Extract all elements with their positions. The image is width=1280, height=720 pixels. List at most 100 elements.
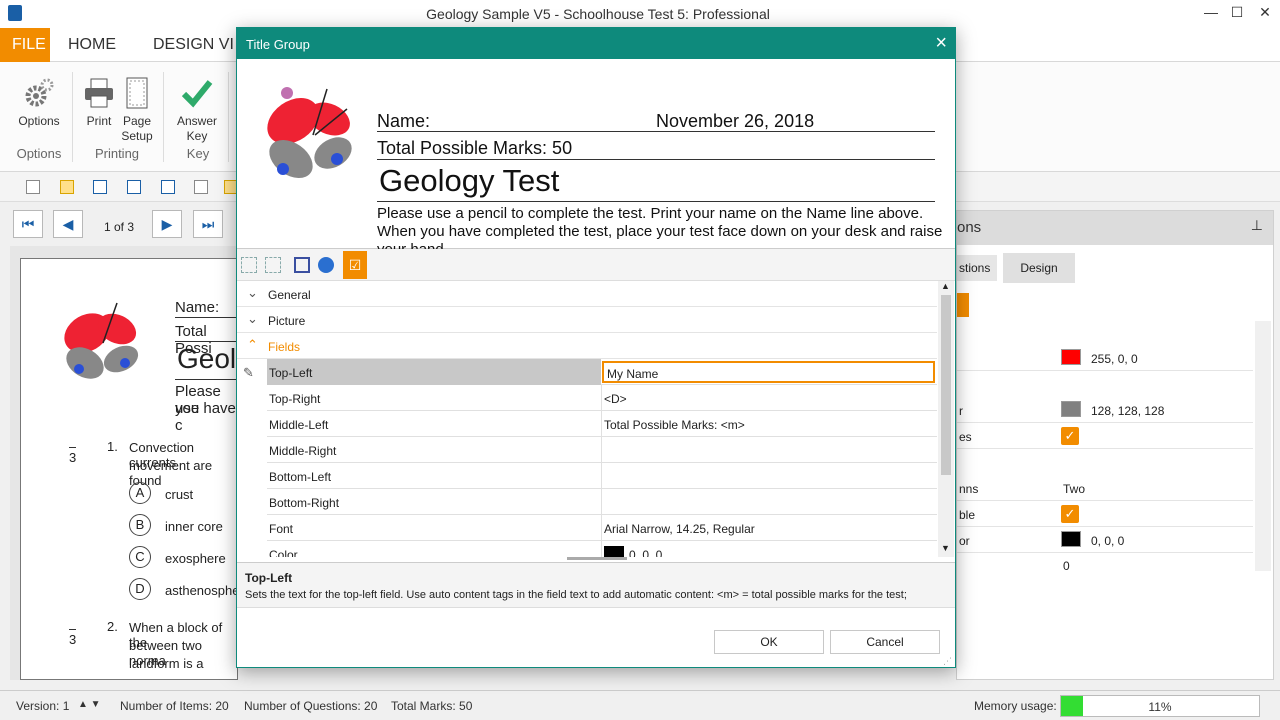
- description-title: Top-Left: [245, 571, 293, 585]
- alphabetical-view-icon[interactable]: [265, 257, 281, 273]
- panel-value[interactable]: Two: [1063, 482, 1085, 496]
- tab-home[interactable]: HOME: [56, 28, 128, 62]
- ok-button[interactable]: OK: [714, 630, 824, 654]
- property-row-middle-left[interactable]: Middle-Left Total Possible Marks: <m>: [267, 411, 937, 437]
- preview-date-field: November 26, 2018: [656, 111, 815, 131]
- panel-row: or 0, 0, 0: [957, 527, 1253, 553]
- open-folder-icon[interactable]: [60, 180, 74, 194]
- property-row-top-right[interactable]: Top-Right <D>: [267, 385, 937, 411]
- color-swatch-red[interactable]: [1061, 349, 1081, 365]
- page-setup-button[interactable]: Page Setup: [118, 76, 156, 144]
- new-file-icon[interactable]: [26, 180, 40, 194]
- scroll-thumb[interactable]: [941, 295, 951, 475]
- save-icon[interactable]: [294, 257, 310, 273]
- next-page-icon[interactable]: ▶: [152, 210, 182, 238]
- scroll-down-icon[interactable]: ▼: [941, 543, 950, 553]
- choice-b-circle[interactable]: B: [129, 514, 151, 536]
- property-grid: ⌄ General ⌄ Picture ⌃ Fields ✎ Top-Left …: [237, 281, 955, 557]
- version-up-down-icon[interactable]: ▲ ▼: [78, 699, 101, 710]
- status-version: Version: 1: [16, 699, 70, 713]
- panel-scrollbar[interactable]: [1255, 321, 1271, 571]
- ribbon-separator: [163, 72, 164, 162]
- doc-instructions-2: you have c: [175, 400, 236, 434]
- save-as-icon[interactable]: [127, 180, 141, 194]
- save-icon[interactable]: [93, 180, 107, 194]
- property-row-bottom-right[interactable]: Bottom-Right: [267, 489, 937, 515]
- maximize-icon[interactable]: ☐: [1222, 4, 1252, 24]
- category-fields[interactable]: ⌃ Fields: [237, 333, 937, 359]
- splitter-handle[interactable]: [567, 557, 627, 560]
- choice-a-circle[interactable]: A: [129, 482, 151, 504]
- panel-value[interactable]: 128, 128, 128: [1091, 404, 1164, 418]
- download-icon[interactable]: [318, 257, 334, 273]
- group-label-options: Options: [16, 146, 62, 161]
- property-row-font[interactable]: Font Arial Narrow, 14.25, Regular: [267, 515, 937, 541]
- status-items: Number of Items: 20: [120, 699, 229, 713]
- choice-c-text: exosphere: [165, 551, 226, 566]
- panel-value[interactable]: 255, 0, 0: [1091, 352, 1138, 366]
- tab-design-view[interactable]: DESIGN VI: [141, 28, 246, 62]
- memory-usage-bar: 11%: [1060, 695, 1260, 717]
- preview-rule: [377, 131, 935, 132]
- document-area: Name: Total Possi Geol Please use you ha…: [10, 246, 238, 680]
- panel-toolbar-icon[interactable]: [957, 293, 969, 317]
- group-label-key: Key: [186, 146, 210, 161]
- scroll-up-icon[interactable]: ▲: [941, 281, 950, 291]
- panel-value[interactable]: 0, 0, 0: [1091, 534, 1124, 548]
- butterfly-image: [257, 79, 369, 195]
- panel-row: 0: [957, 553, 1253, 579]
- pin-icon[interactable]: ⊥: [1251, 217, 1263, 234]
- property-value[interactable]: <D>: [604, 392, 627, 406]
- property-row-middle-right[interactable]: Middle-Right: [267, 437, 937, 463]
- grid-scrollbar[interactable]: ▲ ▼: [938, 281, 954, 557]
- gear-icon: [22, 76, 56, 110]
- choice-d-circle[interactable]: D: [129, 578, 151, 600]
- property-row-bottom-left[interactable]: Bottom-Left: [267, 463, 937, 489]
- close-window-icon[interactable]: ✕: [1250, 4, 1280, 24]
- print-button[interactable]: Print: [78, 76, 120, 129]
- doc-line: [175, 379, 237, 380]
- color-swatch-black[interactable]: [1061, 531, 1081, 547]
- color-swatch-black[interactable]: [604, 546, 624, 557]
- status-questions: Number of Questions: 20: [244, 699, 378, 713]
- panel-header: ons ⊥: [957, 211, 1273, 245]
- page-setup-icon: [120, 76, 154, 110]
- checkbox-checked[interactable]: ✓: [1061, 427, 1079, 445]
- q2-text-3: landform is a: [129, 656, 204, 671]
- status-marks: Total Marks: 50: [391, 699, 473, 713]
- color-swatch-gray[interactable]: [1061, 401, 1081, 417]
- panel-value[interactable]: 0: [1063, 559, 1070, 573]
- category-picture[interactable]: ⌄ Picture: [237, 307, 937, 333]
- top-left-field-input[interactable]: My Name: [602, 361, 935, 383]
- first-page-icon[interactable]: ⏮: [13, 210, 43, 238]
- save-all-icon[interactable]: [161, 180, 175, 194]
- categorized-view-icon[interactable]: [241, 257, 257, 273]
- answer-key-button[interactable]: Answer Key: [174, 76, 220, 144]
- close-icon[interactable]: ×: [935, 32, 947, 55]
- previous-page-icon[interactable]: ◀: [53, 210, 83, 238]
- tab-design[interactable]: Design: [1003, 253, 1075, 283]
- doc-line: [175, 317, 237, 318]
- print-icon[interactable]: [194, 180, 208, 194]
- checkbox-checked[interactable]: ✓: [1061, 505, 1079, 523]
- property-value[interactable]: Total Possible Marks: <m>: [604, 418, 745, 432]
- property-row-top-left[interactable]: Top-Left My Name: [267, 359, 937, 385]
- tab-file[interactable]: FILE: [0, 28, 50, 62]
- property-row-color[interactable]: Color 0, 0, 0: [267, 541, 937, 557]
- property-value[interactable]: Arial Narrow, 14.25, Regular: [604, 522, 755, 536]
- resize-grip-icon[interactable]: ⋰: [943, 656, 952, 667]
- last-page-icon[interactable]: ⏭: [193, 210, 223, 238]
- preview-name-field: Name:: [377, 111, 431, 131]
- options-button[interactable]: Options: [14, 76, 64, 129]
- tab-questions[interactable]: stions: [957, 255, 997, 281]
- description-pane: Top-Left Sets the text for the top-left …: [237, 562, 955, 608]
- preview-total-marks: Total Possible Marks: 50: [377, 138, 573, 158]
- choice-c-circle[interactable]: C: [129, 546, 151, 568]
- panel-row: es ✓: [957, 423, 1253, 449]
- cancel-button[interactable]: Cancel: [830, 630, 940, 654]
- title-group-dialog: Title Group × Name: November 26, 2018 To…: [236, 27, 956, 668]
- choice-b-text: inner core: [165, 519, 223, 534]
- category-general[interactable]: ⌄ General: [237, 281, 937, 307]
- property-value[interactable]: 0, 0, 0: [629, 548, 662, 557]
- design-checked-icon[interactable]: ☑: [343, 251, 367, 279]
